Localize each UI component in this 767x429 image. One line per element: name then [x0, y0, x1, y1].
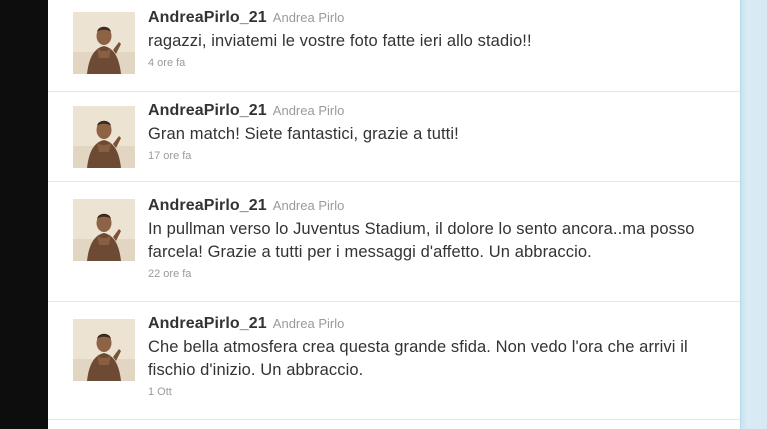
timestamp[interactable]: 17 ore fa — [148, 149, 728, 163]
tweet-item[interactable]: AndreaPirlo_21 Andrea Pirlo Che bella atm… — [48, 302, 740, 420]
avatar[interactable] — [73, 12, 135, 74]
tweet-item[interactable]: AndreaPirlo_21 Andrea Pirlo In pullman ve… — [48, 182, 740, 302]
avatar[interactable] — [73, 199, 135, 261]
screen-name[interactable]: AndreaPirlo_21 — [148, 9, 267, 26]
timestamp[interactable]: 22 ore fa — [148, 267, 728, 281]
avatar[interactable] — [73, 106, 135, 168]
tweet-item[interactable]: AndreaPirlo_21 Andrea Pirlo ragazzi, invi… — [48, 0, 740, 92]
tweet-text: ragazzi, inviatemi le vostre foto fatte … — [148, 32, 532, 50]
screenshot-stage: AndreaPirlo_21 Andrea Pirlo ragazzi, invi… — [0, 0, 767, 429]
full-name: Andrea Pirlo — [272, 316, 345, 331]
tweet-text: In pullman verso lo Juventus Stadium, il… — [148, 220, 695, 261]
sidebar-edge — [740, 0, 767, 429]
screen-name[interactable]: AndreaPirlo_21 — [148, 315, 267, 332]
tweet-timeline: AndreaPirlo_21 Andrea Pirlo ragazzi, invi… — [48, 0, 740, 429]
timestamp[interactable]: 1 Ott — [148, 385, 728, 399]
full-name: Andrea Pirlo — [272, 103, 345, 118]
avatar[interactable] — [73, 319, 135, 381]
timestamp[interactable]: 4 ore fa — [148, 56, 728, 70]
tweet-text: Che bella atmosfera crea questa grande s… — [148, 338, 688, 379]
tweet-text: Gran match! Siete fantastici, grazie a t… — [148, 125, 459, 143]
screen-name[interactable]: AndreaPirlo_21 — [148, 102, 267, 119]
full-name: Andrea Pirlo — [272, 10, 345, 25]
tweet-item[interactable]: AndreaPirlo_21 Andrea Pirlo Gran match! S… — [48, 92, 740, 182]
screen-name[interactable]: AndreaPirlo_21 — [148, 197, 267, 214]
full-name: Andrea Pirlo — [272, 198, 345, 213]
